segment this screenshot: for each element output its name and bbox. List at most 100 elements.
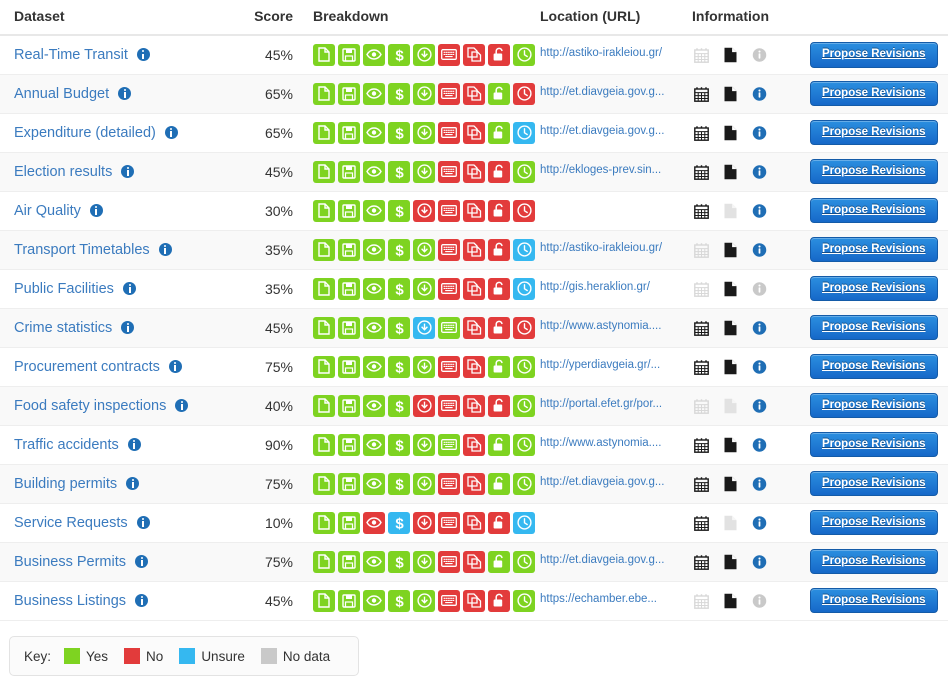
location-url-link[interactable]: http://et.diavgeia.gov.g... xyxy=(540,86,664,98)
breakdown-keyboard-icon[interactable] xyxy=(438,511,460,534)
breakdown-file-icon[interactable] xyxy=(313,433,335,456)
breakdown-keyboard-icon[interactable] xyxy=(438,199,460,222)
breakdown-download-icon[interactable] xyxy=(413,43,435,66)
breakdown-dollar-icon[interactable]: $ xyxy=(388,121,410,144)
dataset-link[interactable]: Real-Time Transit xyxy=(14,47,128,63)
dataset-info-icon[interactable] xyxy=(136,516,150,529)
breakdown-download-icon[interactable] xyxy=(413,355,435,378)
information-info-circle-icon[interactable] xyxy=(752,86,767,102)
dataset-info-icon[interactable] xyxy=(126,477,140,490)
breakdown-clock-icon[interactable] xyxy=(513,472,535,495)
column-header-score[interactable]: Score xyxy=(243,0,305,36)
breakdown-download-icon[interactable] xyxy=(413,394,435,417)
information-calendar-icon[interactable] xyxy=(694,320,709,336)
breakdown-eye-icon[interactable] xyxy=(363,121,385,144)
breakdown-clock-icon[interactable] xyxy=(513,43,535,66)
breakdown-keyboard-icon[interactable] xyxy=(438,355,460,378)
breakdown-download-icon[interactable] xyxy=(413,238,435,261)
breakdown-save-icon[interactable] xyxy=(338,589,360,612)
breakdown-keyboard-icon[interactable] xyxy=(438,394,460,417)
information-info-circle-icon[interactable] xyxy=(752,203,767,219)
propose-revisions-button[interactable]: Propose Revisions xyxy=(810,431,938,458)
breakdown-clock-icon[interactable] xyxy=(513,589,535,612)
breakdown-dollar-icon[interactable]: $ xyxy=(388,43,410,66)
dataset-link[interactable]: Election results xyxy=(14,164,112,180)
breakdown-save-icon[interactable] xyxy=(338,238,360,261)
information-info-circle-icon[interactable] xyxy=(752,515,767,531)
dataset-info-icon[interactable] xyxy=(135,555,149,568)
breakdown-file-icon[interactable] xyxy=(313,550,335,573)
breakdown-download-icon[interactable] xyxy=(413,82,435,105)
dataset-link[interactable]: Transport Timetables xyxy=(14,242,150,258)
information-document-icon[interactable] xyxy=(723,554,738,570)
breakdown-copy-icon[interactable] xyxy=(463,121,485,144)
dataset-info-icon[interactable] xyxy=(118,87,132,100)
breakdown-eye-icon[interactable] xyxy=(363,589,385,612)
information-calendar-icon[interactable] xyxy=(694,203,709,219)
dataset-link[interactable]: Business Permits xyxy=(14,554,126,570)
propose-revisions-button[interactable]: Propose Revisions xyxy=(810,41,938,68)
breakdown-eye-icon[interactable] xyxy=(363,511,385,534)
information-document-icon[interactable] xyxy=(723,164,738,180)
dataset-info-icon[interactable] xyxy=(121,165,135,178)
propose-revisions-button[interactable]: Propose Revisions xyxy=(810,509,938,536)
information-document-icon[interactable] xyxy=(723,47,738,63)
breakdown-copy-icon[interactable] xyxy=(463,511,485,534)
propose-revisions-button[interactable]: Propose Revisions xyxy=(810,236,938,263)
information-info-circle-icon[interactable] xyxy=(752,242,767,258)
dataset-link[interactable]: Traffic accidents xyxy=(14,437,119,453)
dataset-info-icon[interactable] xyxy=(136,48,150,62)
breakdown-save-icon[interactable] xyxy=(338,82,360,105)
propose-revisions-button[interactable]: Propose Revisions xyxy=(810,587,938,614)
information-calendar-icon[interactable] xyxy=(694,437,709,453)
information-calendar-icon[interactable] xyxy=(694,476,709,492)
breakdown-dollar-icon[interactable]: $ xyxy=(388,550,410,573)
breakdown-eye-icon[interactable] xyxy=(363,43,385,66)
breakdown-clock-icon[interactable] xyxy=(513,316,535,339)
location-url-link[interactable]: https://echamber.ebe... xyxy=(540,593,657,605)
breakdown-keyboard-icon[interactable] xyxy=(438,472,460,495)
dataset-link[interactable]: Annual Budget xyxy=(14,86,109,102)
breakdown-eye-icon[interactable] xyxy=(363,355,385,378)
breakdown-file-icon[interactable] xyxy=(313,43,335,66)
breakdown-file-icon[interactable] xyxy=(313,472,335,495)
column-header-location-url[interactable]: Location (URL) xyxy=(540,0,692,36)
breakdown-save-icon[interactable] xyxy=(338,511,360,534)
information-document-icon[interactable] xyxy=(723,86,738,102)
breakdown-unlock-icon[interactable] xyxy=(488,394,510,417)
breakdown-unlock-icon[interactable] xyxy=(488,277,510,300)
propose-revisions-button[interactable]: Propose Revisions xyxy=(810,119,938,146)
breakdown-clock-icon[interactable] xyxy=(513,82,535,105)
location-url-link[interactable]: http://et.diavgeia.gov.g... xyxy=(540,476,664,488)
breakdown-download-icon[interactable] xyxy=(413,472,435,495)
location-url-link[interactable]: http://yperdiavgeia.gr/... xyxy=(540,359,660,371)
breakdown-download-icon[interactable] xyxy=(413,316,435,339)
breakdown-copy-icon[interactable] xyxy=(463,394,485,417)
information-info-circle-icon[interactable] xyxy=(752,320,767,336)
dataset-info-icon[interactable] xyxy=(175,399,189,412)
column-header-dataset[interactable]: Dataset xyxy=(0,0,243,36)
breakdown-clock-icon[interactable] xyxy=(513,121,535,144)
breakdown-keyboard-icon[interactable] xyxy=(438,316,460,339)
column-header-breakdown[interactable]: Breakdown xyxy=(305,0,540,36)
information-info-circle-icon[interactable] xyxy=(752,437,767,453)
breakdown-copy-icon[interactable] xyxy=(463,316,485,339)
dataset-link[interactable]: Expenditure (detailed) xyxy=(14,125,156,141)
information-document-icon[interactable] xyxy=(723,437,738,453)
information-calendar-icon[interactable] xyxy=(694,554,709,570)
breakdown-eye-icon[interactable] xyxy=(363,277,385,300)
location-url-link[interactable]: http://portal.efet.gr/por... xyxy=(540,398,662,410)
information-document-icon[interactable] xyxy=(723,242,738,258)
information-calendar-icon[interactable] xyxy=(694,515,709,531)
breakdown-dollar-icon[interactable]: $ xyxy=(388,199,410,222)
breakdown-file-icon[interactable] xyxy=(313,589,335,612)
breakdown-unlock-icon[interactable] xyxy=(488,472,510,495)
breakdown-eye-icon[interactable] xyxy=(363,316,385,339)
breakdown-copy-icon[interactable] xyxy=(463,82,485,105)
breakdown-copy-icon[interactable] xyxy=(463,160,485,183)
breakdown-copy-icon[interactable] xyxy=(463,589,485,612)
breakdown-download-icon[interactable] xyxy=(413,277,435,300)
information-info-circle-icon[interactable] xyxy=(752,164,767,180)
breakdown-save-icon[interactable] xyxy=(338,43,360,66)
breakdown-download-icon[interactable] xyxy=(413,199,435,222)
